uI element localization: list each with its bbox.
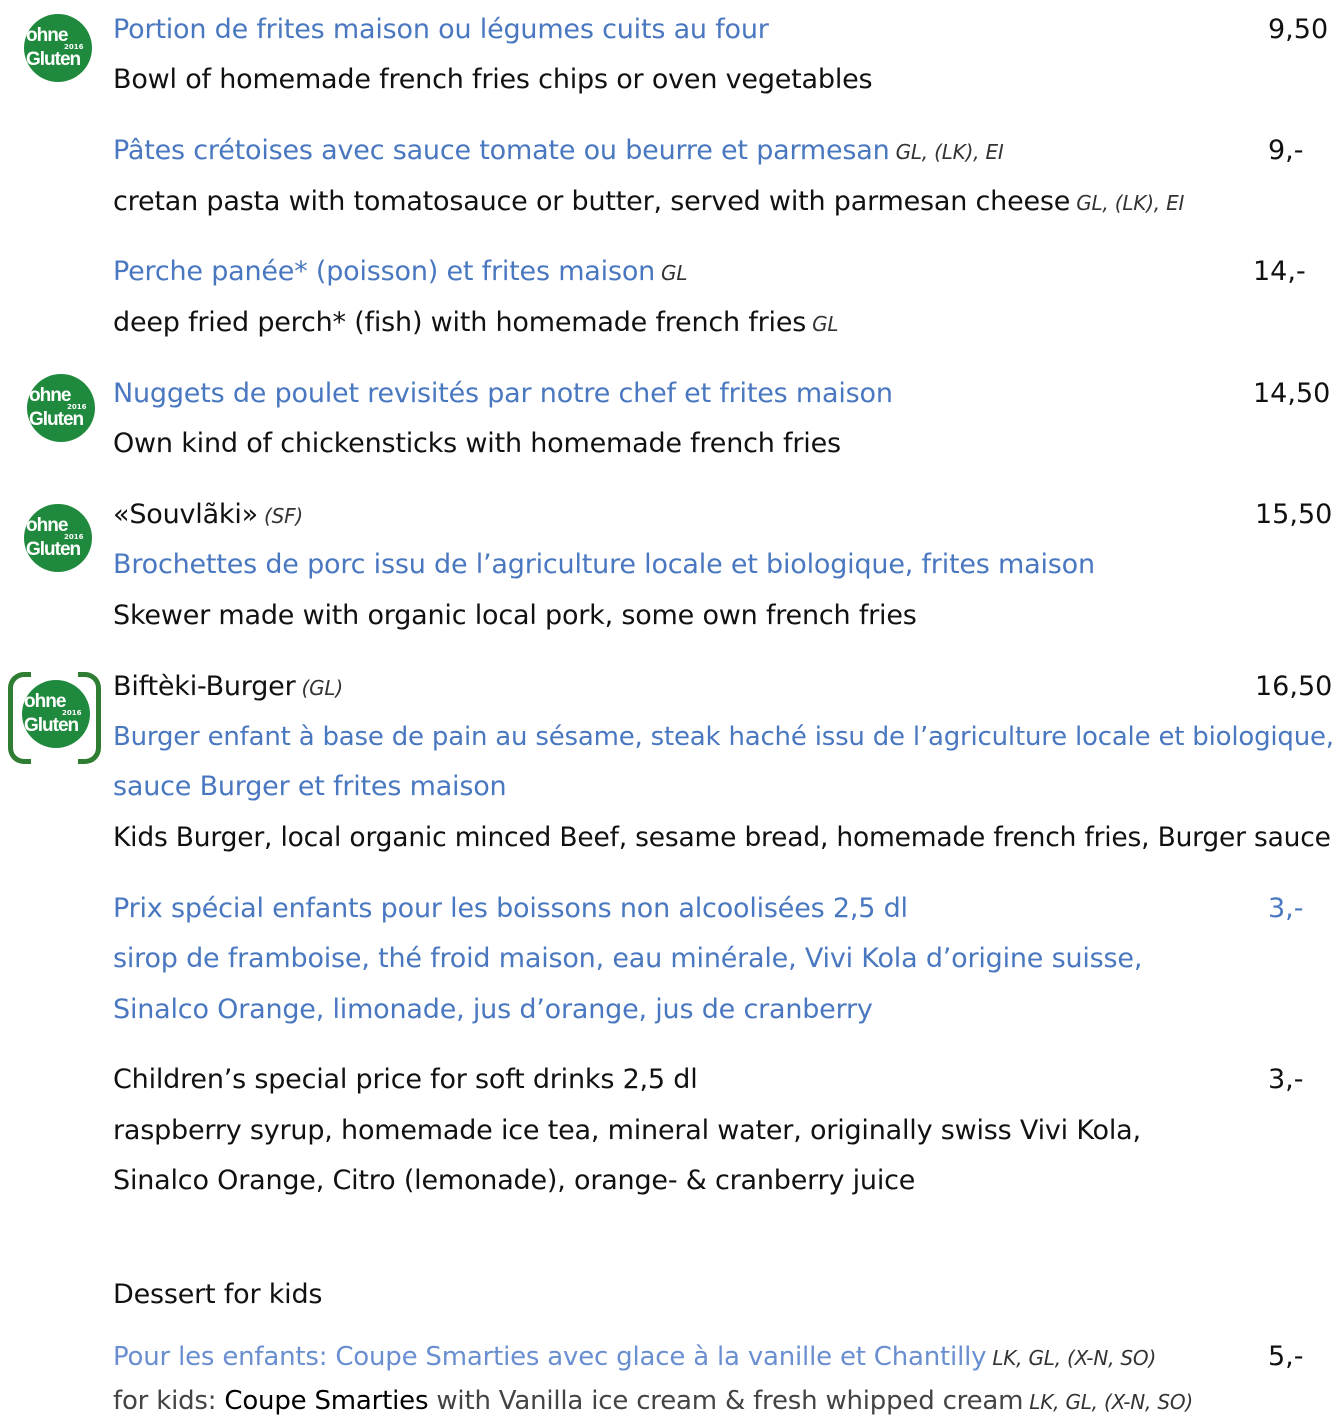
burger-price: 16,50 [1255, 671, 1333, 702]
dessert-fr: Pour les enfants: Coupe Smarties avec gl… [113, 1342, 1157, 1372]
souvlaki-price: 15,50 [1255, 499, 1333, 530]
drinks-fr-price: 3,- [1268, 893, 1304, 924]
gluten-free-badge: ohne 2016 Gluten [24, 504, 92, 572]
drinks-en-2: raspberry syrup, homemade ice tea, miner… [113, 1115, 1141, 1146]
gluten-free-badge: ohne 2016 Gluten [27, 374, 95, 442]
souvlaki-fr: Brochettes de porc issu de l’agriculture… [113, 549, 1095, 580]
drinks-fr-1: Prix spécial enfants pour les boissons n… [113, 893, 908, 924]
drinks-en-1: Children’s special price for soft drinks… [113, 1064, 698, 1095]
burger-title: Biftèki-Burger (GL) [113, 671, 343, 702]
nuggets-en: Own kind of chickensticks with homemade … [113, 428, 841, 459]
pasta-fr: Pâtes crétoises avec sauce tomate ou beu… [113, 135, 1004, 166]
drinks-fr-2: sirop de framboise, thé froid maison, ea… [113, 943, 1143, 974]
fries-en: Bowl of homemade french fries chips or o… [113, 64, 873, 95]
gluten-free-badge: ohne 2016 Gluten [24, 14, 92, 82]
souvlaki-en: Skewer made with organic local pork, som… [113, 600, 917, 631]
drinks-fr-3: Sinalco Orange, limonade, jus d’orange, … [113, 994, 873, 1025]
gluten-free-badge: ohne 2016 Gluten [22, 680, 90, 748]
perch-fr: Perche panée* (poisson) et frites maison… [113, 256, 688, 287]
drinks-en-price: 3,- [1268, 1064, 1304, 1095]
burger-fr-1: Burger enfant à base de pain au sésame, … [113, 722, 1334, 752]
pasta-en: cretan pasta with tomatosauce or butter,… [113, 186, 1185, 217]
burger-fr-2: sauce Burger et frites maison [113, 771, 507, 802]
dessert-heading: Dessert for kids [113, 1279, 323, 1310]
dessert-price: 5,- [1268, 1341, 1304, 1372]
pasta-price: 9,- [1268, 135, 1304, 166]
fries-price: 9,50 [1268, 14, 1329, 45]
perch-price: 14,- [1253, 256, 1306, 287]
souvlaki-title: «Souvlãki» (SF) [113, 499, 303, 530]
nuggets-fr: Nuggets de poulet revisités par notre ch… [113, 378, 893, 409]
perch-en: deep fried perch* (fish) with homemade f… [113, 307, 839, 338]
nuggets-price: 14,50 [1253, 378, 1331, 409]
fries-fr: Portion de frites maison ou légumes cuit… [113, 14, 769, 45]
burger-en: Kids Burger, local organic minced Beef, … [113, 822, 1331, 853]
drinks-en-3: Sinalco Orange, Citro (lemonade), orange… [113, 1165, 916, 1196]
dessert-en: for kids: Coupe Smarties with Vanilla ic… [113, 1386, 1193, 1416]
